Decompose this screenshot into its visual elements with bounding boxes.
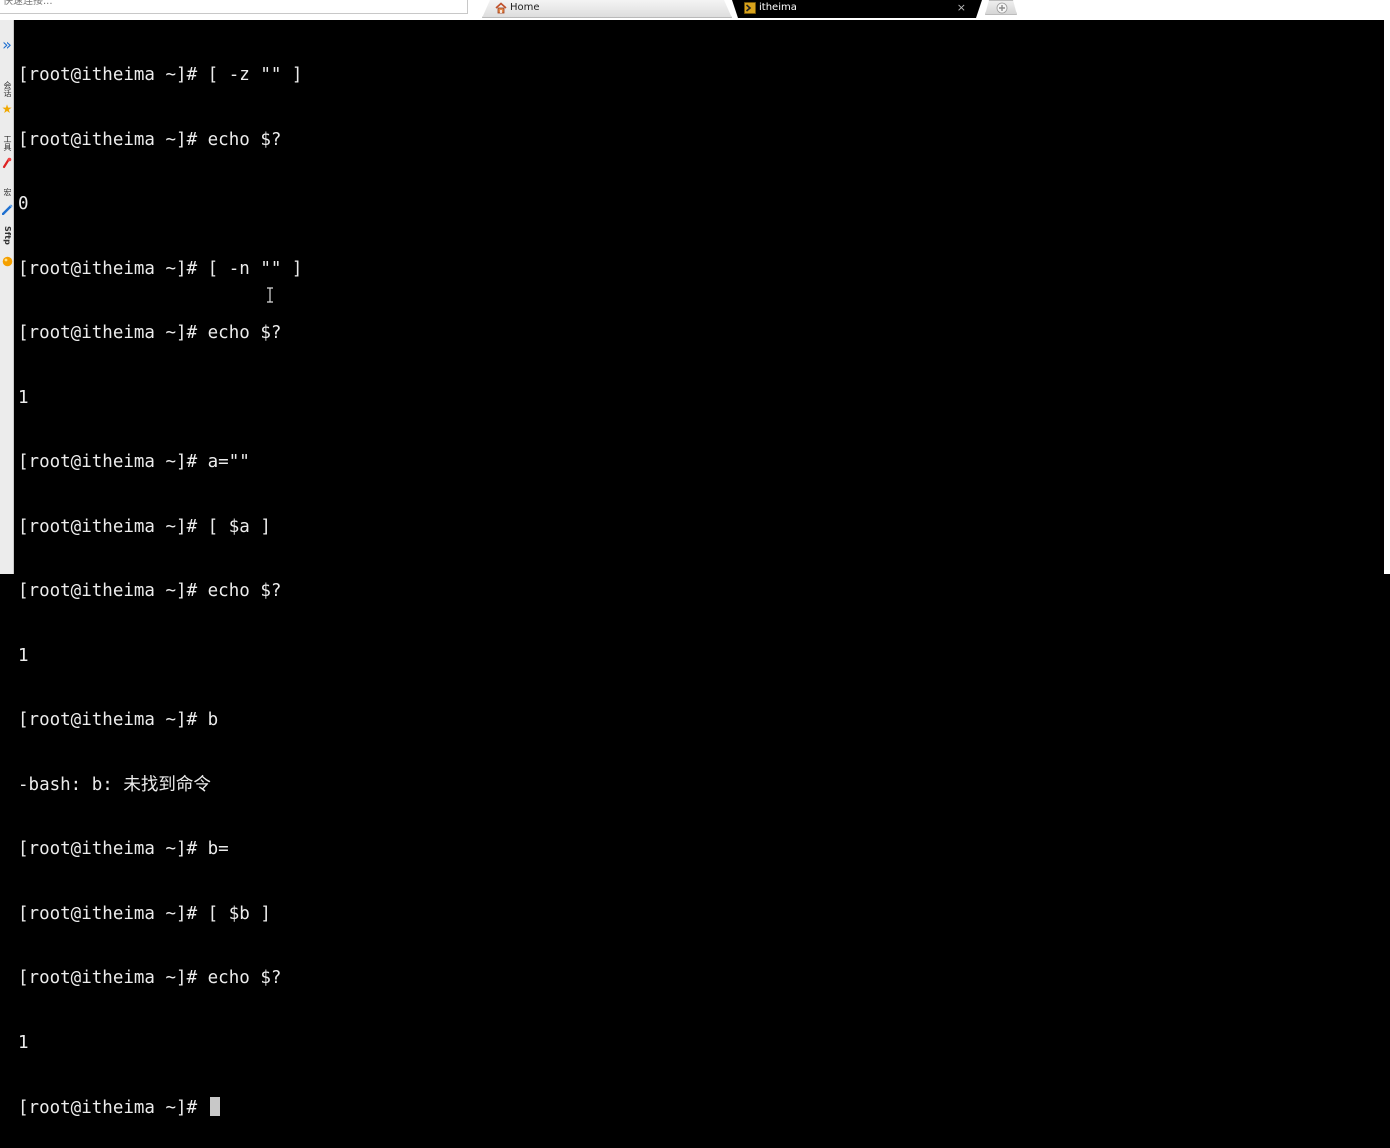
sidebar-item-session[interactable]: 会话 [1,76,13,102]
terminal-line: 1 [18,645,29,666]
new-tab-button[interactable] [985,0,1017,15]
tab-home[interactable]: Home [482,0,732,18]
terminal-cursor [209,1097,220,1116]
terminal-line: -bash: b: 未找到命令 [18,774,211,795]
pin-icon[interactable] [1,156,13,170]
close-icon[interactable]: × [957,0,966,16]
sidebar-item-macro[interactable]: 宏 [1,182,13,202]
terminal-line: 1 [18,1032,29,1053]
tab-home-label: Home [510,2,540,13]
scrollbar[interactable] [1384,20,1390,574]
double-chevron-right-icon[interactable]: » [1,37,13,53]
pen-icon[interactable] [1,202,13,216]
sidebar-item-sftp[interactable]: Sftp [1,220,13,250]
terminal-line: [root@itheima ~]# b [18,710,219,730]
terminal-line: [root@itheima ~]# [ $a ] [18,516,271,537]
title-bar: 快速连接... Home itheima × [0,0,1390,20]
terminal-output: [root@itheima ~]# [ -z "" ] [root@itheim… [18,22,302,1148]
quick-connect-input[interactable]: 快速连接... [0,0,468,14]
terminal-line: [root@itheima ~]# echo $? [18,581,282,601]
terminal-line: [root@itheima ~]# b= [18,839,229,859]
terminal-line: [root@itheima ~]# a="" [18,452,250,472]
home-icon [495,2,507,14]
terminal-line: [root@itheima ~]# [ -n "" ] [18,258,303,279]
text-cursor-icon [267,287,273,303]
terminal-line: [root@itheima ~]# [ $b ] [18,903,271,924]
tab-itheima-label: itheima [759,2,797,13]
terminal-icon [744,2,756,14]
side-toolbar: » 会话 ★ 工具 宏 Sftp [0,20,14,574]
orange-circle-icon[interactable] [1,254,13,268]
star-icon[interactable]: ★ [1,102,13,116]
terminal-line: [root@itheima ~]# echo $? [18,129,282,150]
terminal-line: 1 [18,387,29,408]
plus-icon [996,2,1008,14]
terminal-pane[interactable]: [root@itheima ~]# [ -z "" ] [root@itheim… [16,20,1384,1118]
terminal-prompt-line[interactable]: [root@itheima ~]# [18,1097,302,1120]
sidebar-item-tools[interactable]: 工具 [1,130,13,156]
terminal-line: [root@itheima ~]# [ -z "" ] [18,65,303,85]
terminal-prompt: [root@itheima ~]# [18,1098,208,1118]
terminal-line: [root@itheima ~]# echo $? [18,968,282,988]
terminal-line: 0 [18,194,29,214]
terminal-line: [root@itheima ~]# echo $? [18,323,282,343]
tab-itheima[interactable]: itheima × [732,0,982,18]
